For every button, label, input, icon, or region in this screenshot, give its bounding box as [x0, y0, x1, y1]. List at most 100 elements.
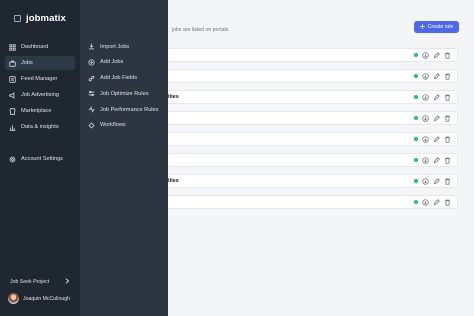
- edit-icon[interactable]: [433, 72, 440, 80]
- sidebar-item-label: Dashboard: [21, 44, 49, 50]
- sliders-icon: [88, 90, 95, 97]
- trash-icon[interactable]: [444, 73, 451, 80]
- grid-icon: [9, 43, 16, 51]
- download-icon[interactable]: [422, 72, 429, 80]
- download-icon[interactable]: [422, 135, 429, 143]
- status-dot: [414, 74, 418, 78]
- create-rule-button[interactable]: Create rule: [414, 21, 459, 33]
- row-actions: [414, 198, 451, 206]
- chart-icon: [9, 124, 16, 131]
- sidebar-item-data-insights[interactable]: Data & insights: [5, 120, 75, 134]
- submenu-item-label: Add Jobs: [100, 59, 124, 66]
- sidebar-item-label: Marketplace: [21, 108, 52, 114]
- sidebar-item-label: Account Settings: [21, 156, 63, 162]
- submenu-item-label: Job Performance Rules: [100, 106, 159, 113]
- edit-icon[interactable]: [433, 198, 440, 206]
- download-icon[interactable]: [422, 156, 429, 164]
- download-icon[interactable]: [422, 51, 429, 59]
- trash-icon[interactable]: [444, 157, 451, 164]
- sidebar-item-dashboard[interactable]: Dashboard: [5, 40, 75, 54]
- row-actions: [414, 156, 451, 164]
- status-dot: [414, 137, 418, 141]
- submenu-item-label: Workflows: [100, 122, 126, 129]
- edit-icon[interactable]: [433, 93, 440, 101]
- plus-circle-icon: [88, 59, 95, 66]
- rule-row[interactable]: [168, 48, 458, 62]
- trash-icon[interactable]: [444, 94, 451, 101]
- briefcase-icon: [9, 60, 16, 67]
- primary-sidebar: jobmatix Dashboard Jobs Feed Manager Job…: [0, 0, 80, 316]
- sidebar-item-account-settings[interactable]: Account Settings: [5, 152, 75, 166]
- row-actions: [414, 51, 451, 59]
- submenu-item-label: Job Optimize Rules: [100, 90, 149, 97]
- status-dot: [414, 158, 418, 162]
- rule-row[interactable]: [168, 111, 458, 125]
- trash-icon[interactable]: [444, 136, 451, 143]
- sidebar-item-job-advertising[interactable]: Job Advertising: [5, 88, 75, 102]
- create-rule-label: Create rule: [427, 24, 454, 30]
- avatar: [8, 293, 19, 304]
- rule-row[interactable]: [168, 195, 458, 209]
- edit-icon[interactable]: [433, 156, 440, 164]
- download-icon[interactable]: [422, 198, 429, 206]
- sidebar-item-label: Jobs: [21, 60, 33, 66]
- rule-row[interactable]: [168, 153, 458, 167]
- edit-icon[interactable]: [433, 114, 440, 122]
- edit-icon[interactable]: [433, 135, 440, 143]
- workflow-icon: [88, 122, 95, 129]
- submenu-item-label: Add Job Fields: [100, 75, 138, 82]
- page-subtitle: jobs are listed on portals.: [172, 27, 230, 33]
- row-actions: [414, 93, 451, 101]
- download-icon[interactable]: [422, 177, 429, 185]
- import-icon: [88, 43, 95, 50]
- row-actions: [414, 72, 451, 80]
- project-switcher[interactable]: Job Seek Project: [10, 278, 70, 286]
- edit-icon[interactable]: [433, 51, 440, 59]
- sidebar-item-jobs[interactable]: Jobs: [5, 56, 75, 70]
- sidebar-item-label: Job Advertising: [21, 92, 59, 98]
- rule-row[interactable]: ities: [168, 90, 458, 104]
- user-name: Joaquin McCullough: [23, 295, 71, 302]
- edit-icon[interactable]: [433, 177, 440, 185]
- link-icon: [88, 75, 95, 82]
- sidebar-item-label: Feed Manager: [21, 76, 58, 82]
- rule-row[interactable]: ities: [168, 174, 458, 188]
- project-label: Job Seek Project: [10, 279, 50, 285]
- submenu-nav: Import Jobs Add Jobs Add Job Fields Job …: [88, 41, 158, 136]
- trash-icon[interactable]: [444, 199, 451, 206]
- sidebar-nav: Dashboard Jobs Feed Manager Job Advertis…: [5, 40, 75, 168]
- feed-icon: [9, 75, 16, 83]
- main-content: jobs are listed on portals. Create rule …: [168, 0, 474, 316]
- rules-list: ities ities: [168, 48, 458, 216]
- submenu-item-workflows[interactable]: Workflows: [88, 120, 158, 131]
- jobs-submenu: Import Jobs Add Jobs Add Job Fields Job …: [80, 0, 168, 316]
- sidebar-item-marketplace[interactable]: Marketplace: [5, 104, 75, 118]
- rule-row[interactable]: [168, 132, 458, 146]
- sidebar-item-feed-manager[interactable]: Feed Manager: [5, 72, 75, 86]
- sidebar-item-label: Data & insights: [21, 124, 59, 130]
- download-icon[interactable]: [422, 93, 429, 101]
- submenu-item-job-optimize-rules[interactable]: Job Optimize Rules: [88, 88, 158, 99]
- download-icon[interactable]: [422, 114, 429, 122]
- status-dot: [414, 95, 418, 99]
- logo-text: jobmatix: [26, 13, 66, 24]
- submenu-item-job-performance-rules[interactable]: Job Performance Rules: [88, 104, 158, 115]
- rule-name: ities: [168, 178, 179, 184]
- trash-icon[interactable]: [444, 178, 451, 185]
- rule-row[interactable]: [168, 69, 458, 83]
- submenu-item-add-jobs[interactable]: Add Jobs: [88, 57, 158, 68]
- row-actions: [414, 114, 451, 122]
- status-dot: [414, 179, 418, 183]
- chevron-right-icon: [65, 278, 70, 286]
- user-profile[interactable]: Joaquin McCullough: [8, 293, 70, 304]
- trash-icon[interactable]: [444, 115, 451, 122]
- submenu-item-import-jobs[interactable]: Import Jobs: [88, 41, 158, 52]
- store-icon: [9, 107, 16, 115]
- gear-icon: [9, 156, 16, 163]
- logo[interactable]: jobmatix: [14, 13, 66, 24]
- logo-mark-icon: [14, 15, 21, 22]
- megaphone-icon: [9, 91, 16, 99]
- submenu-item-add-job-fields[interactable]: Add Job Fields: [88, 73, 158, 84]
- trash-icon[interactable]: [444, 52, 451, 59]
